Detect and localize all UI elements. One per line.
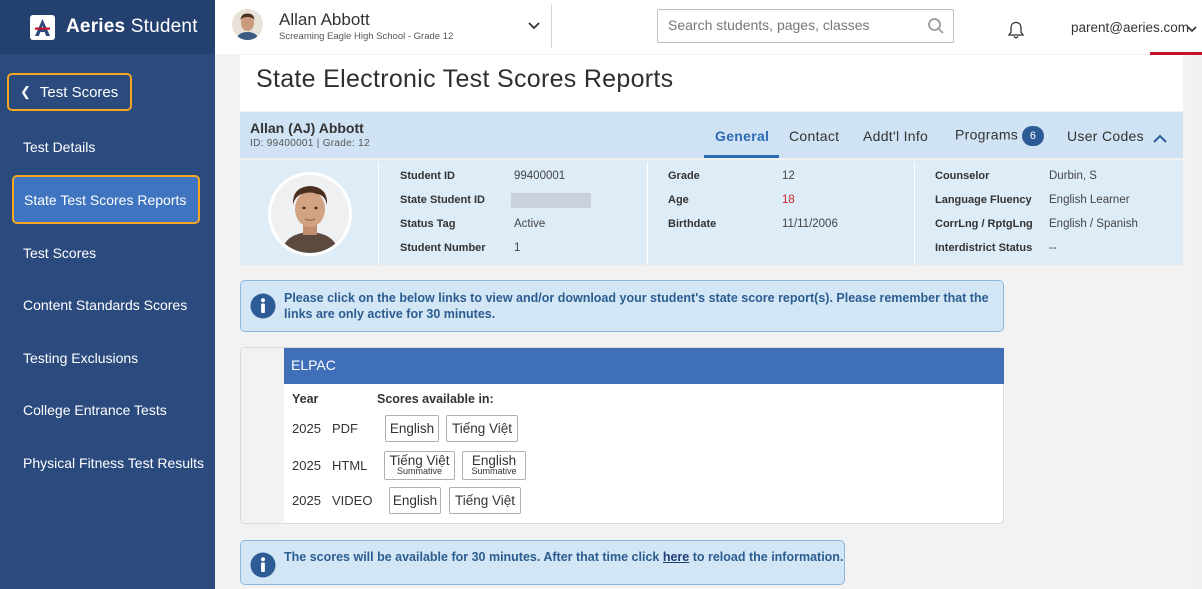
label-status-tag: Status Tag: [400, 218, 456, 230]
student-id-line: ID: 99400001 | Grade: 12: [250, 138, 370, 149]
tab-programs[interactable]: Programs 6: [955, 126, 1045, 146]
row-format: PDF: [332, 421, 358, 436]
user-email[interactable]: parent@aeries.com: [1071, 20, 1189, 35]
divider: [551, 4, 552, 48]
chevron-down-icon[interactable]: [527, 18, 541, 32]
student-avatar[interactable]: [232, 9, 263, 40]
label-student-id: Student ID: [400, 170, 455, 182]
student-display-name: Allan (AJ) Abbott: [250, 120, 364, 136]
row-year: 2025: [292, 458, 321, 473]
search-box: [657, 9, 954, 43]
button-sublabel: Summative: [396, 466, 442, 476]
aeries-logo-icon: [30, 14, 55, 40]
sidebar: Aeries Student ❮ Test Scores Test Detail…: [0, 0, 215, 589]
col-header-scores: Scores available in:: [377, 392, 494, 406]
label-age: Age: [668, 194, 689, 206]
value-grade: 12: [782, 170, 795, 182]
app-title: Aeries Student: [66, 16, 198, 37]
card-side-strip: [241, 348, 284, 523]
sidebar-item-testing-exclusions[interactable]: Testing Exclusions: [23, 350, 138, 366]
label-language-fluency: Language Fluency: [935, 194, 1032, 206]
elpac-title: ELPAC: [284, 348, 1004, 384]
sidebar-item-content-standards-scores[interactable]: Content Standards Scores: [23, 297, 187, 313]
chevron-down-icon[interactable]: [1186, 22, 1198, 40]
reload-link[interactable]: here: [663, 550, 689, 564]
app-logo[interactable]: Aeries Student: [0, 0, 215, 54]
value-student-number: 1: [514, 242, 521, 254]
sidebar-item-college-entrance-tests[interactable]: College Entrance Tests: [23, 402, 167, 418]
pdf-english-button[interactable]: English: [385, 415, 439, 442]
student-school: Screaming Eagle High School - Grade 12: [279, 31, 454, 42]
chevron-left-icon: ❮: [20, 84, 31, 99]
scrollbar[interactable]: [1190, 55, 1202, 589]
active-tab-indicator: [704, 155, 779, 158]
sidebar-item-test-scores[interactable]: Test Scores: [23, 245, 96, 261]
value-status-tag: Active: [514, 218, 546, 230]
back-to-test-scores[interactable]: ❮ Test Scores: [7, 73, 132, 111]
notice-text-after: to reload the information.: [689, 550, 844, 564]
search-input[interactable]: [668, 10, 923, 40]
student-details: Student ID 99400001 State Student ID Sta…: [240, 160, 1183, 265]
tab-contact[interactable]: Contact: [789, 128, 839, 144]
divider: [647, 162, 648, 265]
search-icon[interactable]: [927, 17, 945, 40]
label-counselor: Counselor: [935, 170, 990, 182]
label-corrlng-rptglng: CorrLng / RptgLng: [935, 218, 1033, 230]
sidebar-item-physical-fitness[interactable]: Physical Fitness Test Results: [23, 455, 204, 471]
row-year: 2025: [292, 421, 321, 436]
notice-text: Please click on the below links to view …: [284, 291, 989, 321]
label-birthdate: Birthdate: [668, 218, 717, 230]
student-name[interactable]: Allan Abbott: [279, 10, 370, 30]
bell-icon[interactable]: [1006, 20, 1026, 45]
divider: [914, 162, 915, 265]
page-title: State Electronic Test Scores Reports: [240, 55, 1183, 111]
pdf-vietnamese-button[interactable]: Tiếng Việt: [446, 415, 518, 442]
value-birthdate: 11/11/2006: [782, 218, 838, 230]
top-bar: Allan Abbott Screaming Eagle High School…: [215, 0, 1202, 55]
row-format: VIDEO: [332, 493, 373, 508]
value-interdistrict-status: --: [1049, 242, 1057, 254]
label-grade: Grade: [668, 170, 700, 182]
value-age: 18: [782, 194, 795, 206]
row-format: HTML: [332, 458, 368, 473]
video-vietnamese-button[interactable]: Tiếng Việt: [449, 487, 521, 514]
student-header: Allan (AJ) Abbott ID: 99400001 | Grade: …: [240, 112, 1183, 158]
notice-text-before: The scores will be available for 30 minu…: [284, 550, 663, 564]
video-english-button[interactable]: English: [389, 487, 441, 514]
sidebar-item-state-test-scores-reports[interactable]: State Test Scores Reports: [12, 175, 200, 224]
col-header-year: Year: [292, 392, 319, 406]
sidebar-item-test-details[interactable]: Test Details: [23, 139, 95, 155]
tab-general[interactable]: General: [715, 128, 769, 144]
button-sublabel: Summative: [471, 466, 517, 476]
tab-programs-label: Programs: [955, 126, 1019, 143]
back-label: Test Scores: [39, 83, 119, 101]
label-state-student-id: State Student ID: [400, 194, 485, 206]
value-counselor: Durbin, S: [1049, 170, 1097, 182]
tab-user-codes[interactable]: User Codes: [1067, 128, 1144, 144]
redacted-state-student-id: [511, 193, 591, 208]
label-interdistrict-status: Interdistrict Status: [935, 242, 1033, 254]
divider: [378, 162, 379, 265]
info-icon: [250, 293, 276, 324]
value-language-fluency: English Learner: [1049, 194, 1130, 206]
value-student-id: 99400001: [514, 170, 566, 182]
info-icon: [250, 552, 276, 583]
programs-count-badge: 6: [1022, 126, 1045, 146]
row-year: 2025: [292, 493, 321, 508]
tab-addtl-info[interactable]: Addt'l Info: [863, 128, 928, 144]
label-student-number: Student Number: [400, 242, 486, 254]
reload-notice: The scores will be available for 30 minu…: [240, 540, 845, 585]
reload-notice-text: The scores will be available for 30 minu…: [284, 550, 843, 564]
student-photo: [268, 172, 352, 256]
html-vietnamese-summative-button[interactable]: Tiếng Việt Summative: [384, 451, 455, 480]
chevron-up-icon[interactable]: [1152, 132, 1168, 150]
info-notice: Please click on the below links to view …: [240, 280, 1004, 332]
html-english-summative-button[interactable]: English Summative: [462, 451, 526, 480]
elpac-card: ELPAC Year Scores available in: 2025 PDF…: [240, 347, 1004, 524]
value-corrlng-rptglng: English / Spanish: [1049, 218, 1138, 230]
